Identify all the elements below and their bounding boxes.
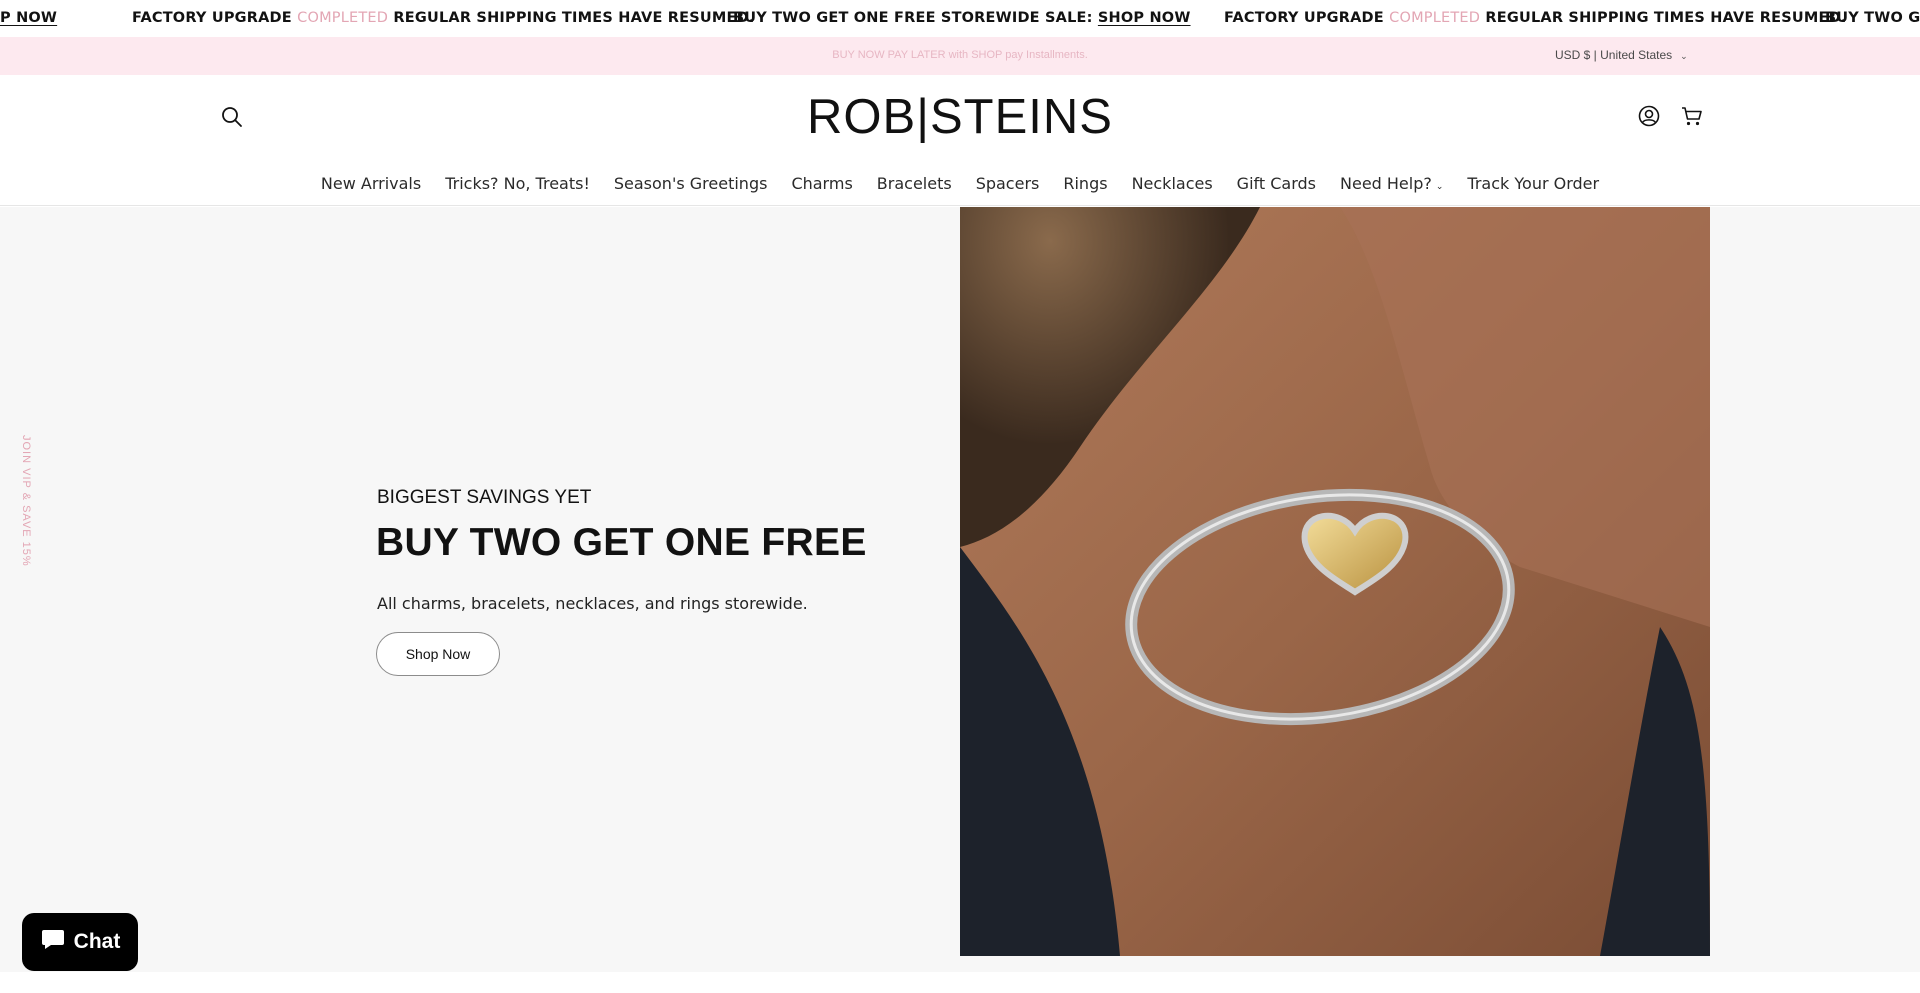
marquee-sale: BUY TWO GET ONE FREE STOREWIDE SALE: SHO… — [733, 10, 1191, 26]
main-nav: New Arrivals Tricks? No, Treats! Season'… — [0, 174, 1920, 198]
site-logo[interactable]: ROB|STEINS — [0, 89, 1920, 145]
hero-title: BUY TWO GET ONE FREE — [376, 521, 867, 564]
chat-button[interactable]: Chat — [22, 913, 138, 971]
vip-signup-tab[interactable]: JOIN VIP & SAVE 15% — [20, 435, 32, 567]
marquee-text: FACTORY UPGRADE — [1224, 10, 1384, 26]
marquee-pink-text: COMPLETED — [1389, 10, 1481, 26]
hero-description: All charms, bracelets, necklaces, and ri… — [377, 594, 808, 613]
marquee-shop-now-link[interactable]: SHOP NOW — [1098, 10, 1191, 26]
shop-now-button[interactable]: Shop Now — [376, 632, 500, 676]
account-icon[interactable] — [1636, 103, 1662, 129]
currency-label: USD $ | United States — [1555, 48, 1673, 62]
hero-image-bracelet — [960, 207, 1710, 956]
marquee-factory-upgrade-2: FACTORY UPGRADE COMPLETED REGULAR SHIPPI… — [1224, 10, 1847, 26]
marquee-sale-partial: BUY TWO GE — [1825, 10, 1920, 26]
nav-item-bracelets[interactable]: Bracelets — [865, 174, 964, 198]
marquee-pink-text: COMPLETED — [297, 10, 389, 26]
marquee-shop-now-link[interactable]: P NOW — [0, 10, 57, 26]
announcement-marquee: P NOW FACTORY UPGRADE COMPLETED REGULAR … — [0, 0, 1920, 37]
chevron-down-icon: ⌄ — [1680, 51, 1688, 61]
site-header: ROB|STEINS New Arrivals Tricks? No, Trea… — [0, 75, 1920, 206]
hero-subtitle: BIGGEST SAVINGS YET — [377, 487, 592, 508]
marquee-text: FACTORY UPGRADE — [132, 10, 292, 26]
marquee-factory-upgrade-1: FACTORY UPGRADE COMPLETED REGULAR SHIPPI… — [132, 10, 755, 26]
cart-icon[interactable] — [1679, 103, 1705, 129]
chevron-down-icon: ⌄ — [1435, 182, 1444, 192]
nav-item-rings[interactable]: Rings — [1051, 174, 1119, 198]
marquee-text: BUY TWO GET ONE FREE STOREWIDE SALE: — [733, 10, 1093, 26]
nav-item-track-order[interactable]: Track Your Order — [1455, 174, 1611, 198]
currency-selector[interactable]: USD $ | United States ⌄ — [1555, 48, 1688, 62]
nav-item-necklaces[interactable]: Necklaces — [1120, 174, 1225, 198]
nav-item-spacers[interactable]: Spacers — [964, 174, 1052, 198]
marquee-text: REGULAR SHIPPING TIMES HAVE RESUMED. — [1485, 10, 1847, 26]
marquee-text: REGULAR SHIPPING TIMES HAVE RESUMED. — [393, 10, 755, 26]
chat-bubble-icon — [40, 927, 66, 957]
promo-bar: BUY NOW PAY LATER with SHOP pay Installm… — [0, 37, 1920, 75]
chat-label: Chat — [73, 930, 121, 953]
nav-item-tricks-no-treats[interactable]: Tricks? No, Treats! — [433, 174, 602, 198]
nav-item-seasons-greetings[interactable]: Season's Greetings — [602, 174, 780, 198]
nav-item-new-arrivals[interactable]: New Arrivals — [309, 174, 433, 198]
nav-item-gift-cards[interactable]: Gift Cards — [1225, 174, 1328, 198]
nav-item-label: Need Help? — [1340, 174, 1432, 193]
nav-item-charms[interactable]: Charms — [779, 174, 864, 198]
nav-item-need-help[interactable]: Need Help? ⌄ — [1328, 174, 1455, 198]
